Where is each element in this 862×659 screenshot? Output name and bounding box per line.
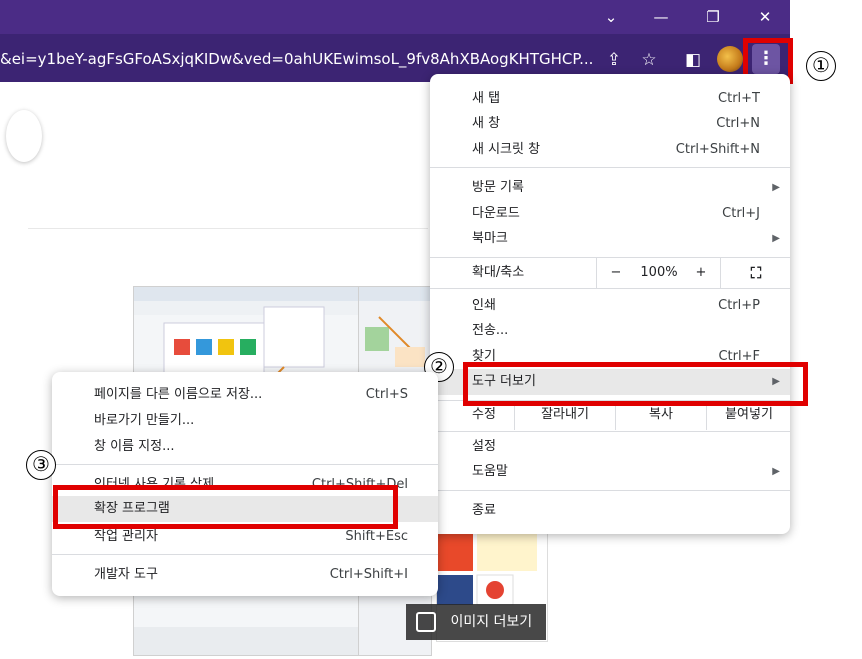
submenu-item-developer-tools[interactable]: 개발자 도구 Ctrl+Shift+I	[52, 562, 438, 588]
fullscreen-icon: ⛶	[750, 264, 762, 282]
highlight-box-extensions	[53, 485, 398, 529]
menu-item-incognito[interactable]: 새 시크릿 창 Ctrl+Shift+N	[430, 137, 790, 163]
minus-icon: −	[610, 265, 622, 280]
submenu-arrow-icon: ▶	[772, 233, 780, 244]
menu-item-help[interactable]: 도움말 ▶	[430, 459, 790, 485]
menu-item-history[interactable]: 방문 기록 ▶	[430, 175, 790, 201]
profile-avatar[interactable]	[717, 46, 743, 72]
page-divider	[28, 228, 428, 229]
share-icon: ⇪	[606, 50, 622, 70]
menu-row-zoom: 확대/축소 − 100% + ⛶	[430, 258, 790, 288]
minimize-icon: —	[653, 8, 669, 26]
menu-item-new-tab[interactable]: 새 탭 Ctrl+T	[430, 86, 790, 112]
step-number-3: ③	[26, 450, 56, 480]
close-window-button[interactable]: ✕	[740, 0, 790, 34]
submenu-item-save-page[interactable]: 페이지를 다른 이름으로 저장... Ctrl+S	[52, 382, 438, 408]
close-icon: ✕	[758, 8, 772, 26]
submenu-arrow-icon: ▶	[772, 466, 780, 477]
chevron-down-icon: ⌄	[604, 8, 618, 26]
menu-item-downloads[interactable]: 다운로드 Ctrl+J	[430, 201, 790, 227]
menu-item-bookmarks[interactable]: 북마크 ▶	[430, 226, 790, 252]
menu-item-new-window[interactable]: 새 창 Ctrl+N	[430, 111, 790, 137]
submenu-item-name-window[interactable]: 창 이름 지정...	[52, 434, 438, 460]
zoom-out-button[interactable]: −	[596, 258, 635, 288]
share-button[interactable]: ⇪	[601, 48, 627, 72]
tab-search-button[interactable]: ⌄	[586, 0, 636, 34]
more-images-button[interactable]: 이미지 더보기	[406, 604, 546, 640]
restore-button[interactable]: ❐	[688, 0, 738, 34]
more-images-label: 이미지 더보기	[450, 614, 533, 630]
menu-divider	[52, 464, 438, 465]
menu-item-exit[interactable]: 종료	[430, 498, 790, 524]
bookmark-star-button[interactable]: ☆	[636, 48, 662, 72]
submenu-arrow-icon: ▶	[772, 182, 780, 193]
menu-item-print[interactable]: 인쇄 Ctrl+P	[430, 293, 790, 319]
plus-icon: +	[695, 265, 707, 280]
fullscreen-button[interactable]: ⛶	[720, 258, 791, 288]
image-icon	[416, 612, 436, 632]
zoom-level: 100%	[640, 265, 678, 280]
menu-divider	[430, 167, 790, 168]
star-icon: ☆	[641, 50, 657, 70]
minimize-button[interactable]: —	[636, 0, 686, 34]
side-panel-button[interactable]: ◧	[680, 48, 706, 72]
zoom-in-button[interactable]: +	[683, 258, 719, 288]
menu-item-settings[interactable]: 설정	[430, 434, 790, 460]
submenu-item-create-shortcut[interactable]: 바로가기 만들기...	[52, 408, 438, 434]
restore-icon: ❐	[706, 8, 720, 26]
chrome-main-menu: 새 탭 Ctrl+T 새 창 Ctrl+N 새 시크릿 창 Ctrl+Shift+N …	[430, 74, 790, 534]
highlight-box-more-tools	[463, 362, 808, 406]
menu-divider	[430, 431, 790, 432]
more-tools-submenu: 페이지를 다른 이름으로 저장... Ctrl+S 바로가기 만들기... 창 이…	[52, 372, 438, 596]
step-number-1: ①	[806, 51, 836, 81]
page-side-tab	[6, 110, 42, 162]
side-panel-icon: ◧	[684, 50, 702, 70]
address-bar-url[interactable]: &ei=y1beY-agFsGFoASxjqKIDw&ved=0ahUKEwim…	[0, 46, 598, 72]
menu-divider	[52, 554, 438, 555]
menu-divider	[430, 490, 790, 491]
menu-divider	[430, 288, 790, 289]
menu-item-cast[interactable]: 전송...	[430, 318, 790, 344]
